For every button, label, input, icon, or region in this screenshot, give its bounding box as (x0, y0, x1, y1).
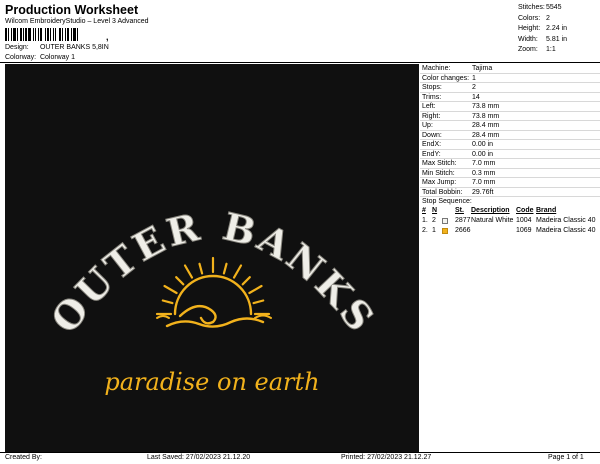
spec-row: Max Jump: 7.0 mm (420, 178, 600, 188)
row-description: Natural White (471, 217, 514, 224)
col-n: N (432, 207, 438, 214)
summary-row: Width: 5.81 in (518, 35, 567, 46)
summary-row: Height: 2.24 in (518, 24, 567, 35)
design-label: Design: (5, 44, 29, 51)
col-code: Code (516, 207, 534, 214)
barcode-graphic (5, 28, 78, 41)
summary-row: Zoom: 1:1 (518, 45, 567, 56)
sun-wave-logo (155, 256, 272, 328)
col-st: St. (455, 207, 464, 214)
summary-row: Colors: 2 (518, 14, 567, 25)
row-brand: Madeira Classic 40 (536, 217, 596, 224)
summary-label: Zoom: (518, 46, 538, 53)
stop-divider (420, 196, 600, 197)
col-description: Description (471, 207, 510, 214)
row-num: 2. (422, 227, 428, 234)
design-name: OUTER BANKS 5,8IN (39, 44, 109, 51)
design-preview: OUTER BANKS paradise on earth (5, 64, 419, 452)
spec-row: Down: 28.4 mm (420, 131, 600, 140)
summary-value: 2.24 in (546, 25, 568, 32)
spec-row: Trims: 14 (420, 93, 600, 102)
row-brand: Madeira Classic 40 (536, 227, 596, 234)
design-row: Design: OUTER BANKS 5,8IN (5, 44, 109, 51)
summary-value: 5545 (546, 4, 562, 11)
row-n: 1 (432, 227, 436, 234)
summary-label: Width: (518, 35, 538, 43)
spec-row: Right: 73.8 mm (420, 112, 600, 121)
col-num: # (422, 207, 426, 214)
row-code: 1004 (516, 217, 532, 224)
row-n: 2 (432, 217, 436, 224)
color-swatch (442, 228, 448, 234)
page-number: Page 1 of 1 (548, 454, 584, 461)
stop-sequence-title: Stop Sequence: (422, 198, 472, 205)
spec-row: Stops: 2 (420, 83, 600, 93)
summary-label: Stitches: (518, 4, 545, 11)
spec-row: EndX: 0.00 in (420, 140, 600, 150)
colorway-row: Colorway: Colorway 1 (5, 54, 75, 61)
color-swatch (442, 218, 448, 224)
spec-row: Min Stitch: 0.3 mm (420, 169, 600, 178)
row-code: 1069 (516, 227, 532, 234)
tagline-text: paradise on earth (104, 368, 319, 396)
spec-row: Left: 73.8 mm (420, 102, 600, 112)
summary-row: Stitches:5545 (518, 3, 567, 14)
barcode-text: , (106, 32, 109, 42)
spec-row: EndY: 0.00 in (420, 150, 600, 159)
spec-row: Up: 28.4 mm (420, 121, 600, 131)
summary-value: 1:1 (546, 46, 556, 53)
embroidery-artwork: OUTER BANKS paradise on earth (41, 203, 382, 396)
spec-row: Color changes: 1 (420, 74, 600, 83)
software-name: Wilcom EmbroideryStudio – Level 3 Advanc… (5, 18, 149, 25)
row-num: 1. (422, 217, 428, 224)
col-brand: Brand (536, 207, 557, 214)
worksheet-title: Production Worksheet (5, 3, 139, 17)
spec-row: Max Stitch: 7.0 mm (420, 159, 600, 169)
row-st: 2877 (455, 217, 471, 224)
summary-value: 5.81 in (546, 35, 568, 43)
footer: Created By: Last Saved: 27/02/2023 21.12… (0, 452, 600, 464)
last-saved: Last Saved: 27/02/2023 21.12.20 (147, 454, 251, 461)
header-divider (0, 62, 600, 63)
summary-label: Height: (518, 25, 541, 32)
printed-date: Printed: 27/02/2023 21.12.27 (341, 454, 432, 461)
colorway-name: Colorway 1 (39, 54, 75, 61)
summary-label: Colors: (518, 14, 541, 22)
summary-panel: Stitches:5545 Colors: 2 Height: 2.24 in Wi… (518, 3, 567, 56)
summary-value: 2 (546, 14, 550, 22)
created-by: Created By: (5, 454, 42, 461)
machine-specs: Machine: Tajima Color changes: 1 Stops: 2 Trim… (420, 64, 600, 197)
colorway-label: Colorway: (5, 54, 37, 61)
row-st: 2666 (455, 227, 471, 234)
spec-row: Machine: Tajima (420, 64, 600, 74)
